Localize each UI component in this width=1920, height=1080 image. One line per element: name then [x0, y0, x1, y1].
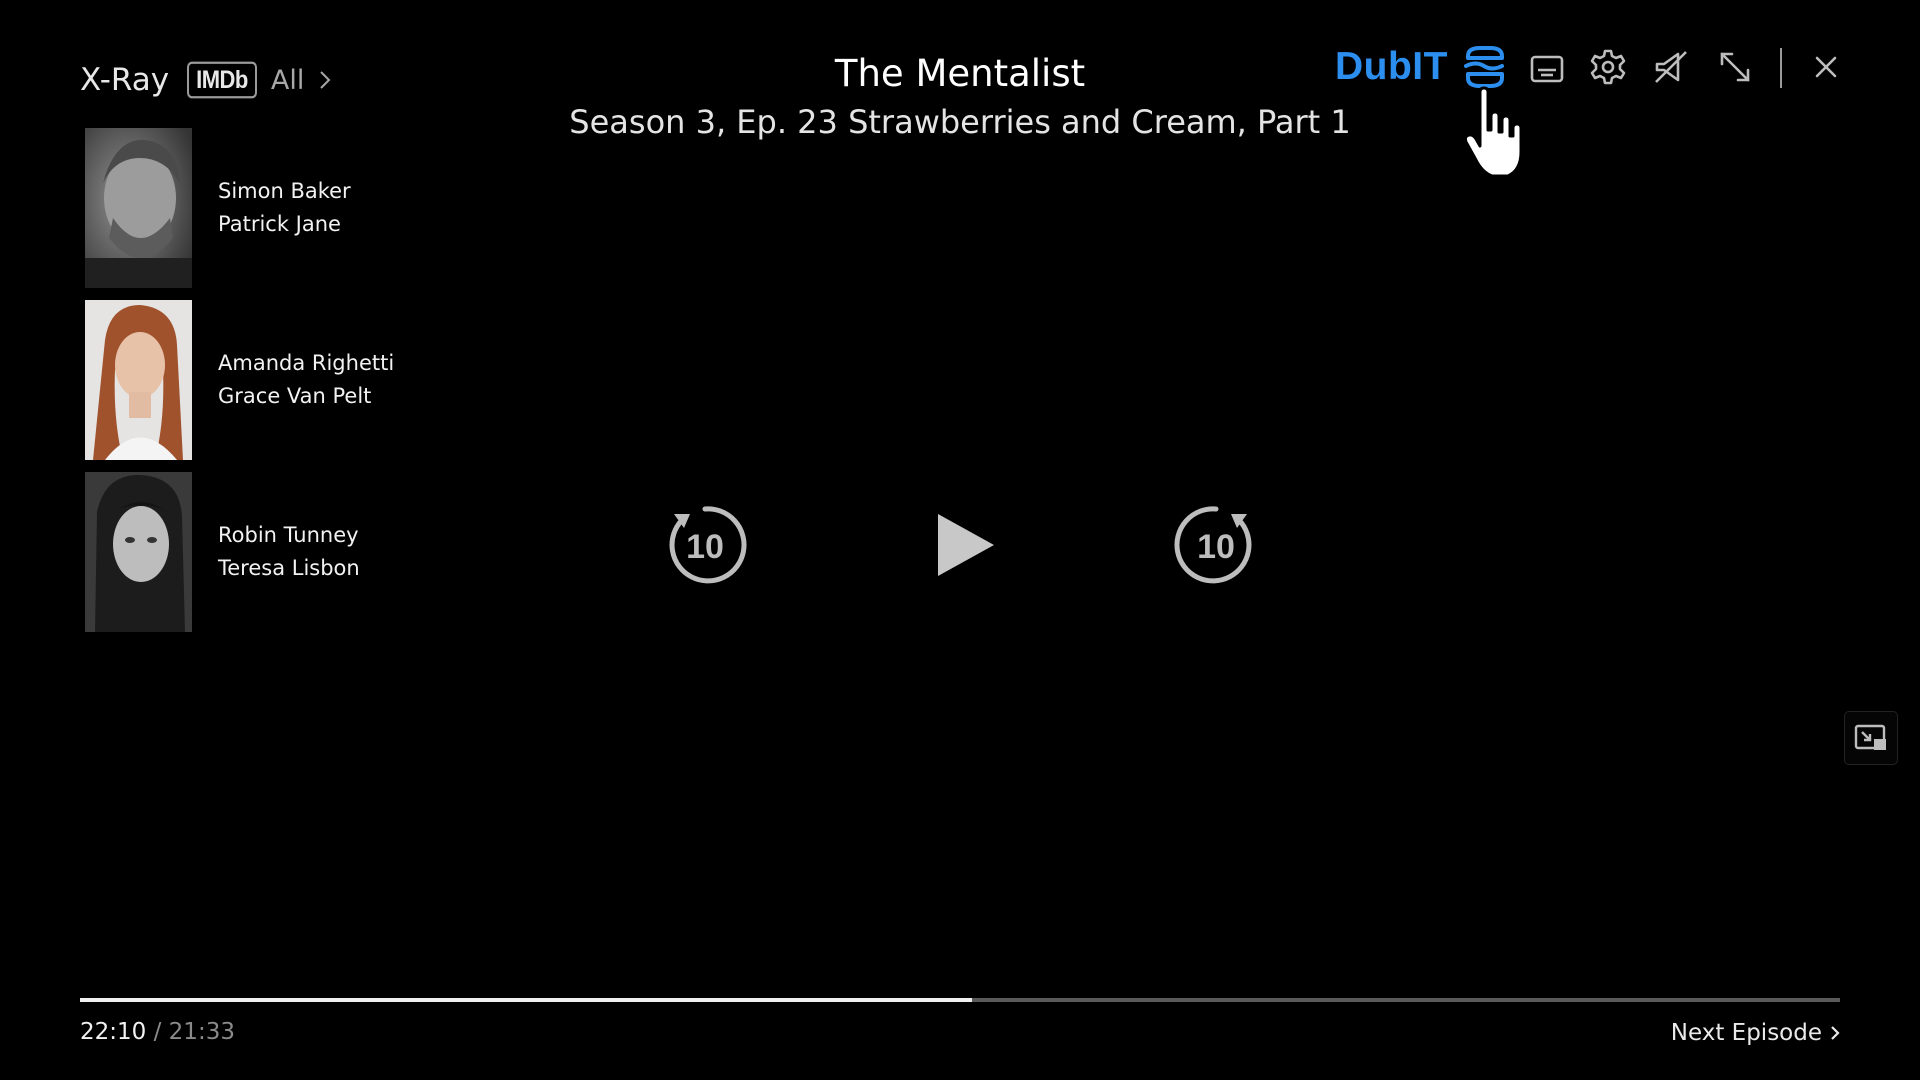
- duration: 21:33: [168, 1019, 235, 1045]
- rewind-label: 10: [686, 528, 724, 566]
- actor-name: Simon Baker: [218, 179, 351, 203]
- cast-item[interactable]: Amanda Righetti Grace Van Pelt: [85, 300, 394, 460]
- cast-off-icon[interactable]: [1652, 48, 1690, 86]
- rewind-10-button[interactable]: 10: [662, 502, 748, 588]
- rewind-icon: 10: [669, 506, 747, 584]
- chevron-right-icon: [1831, 1026, 1840, 1040]
- next-episode-label: Next Episode: [1670, 1020, 1822, 1046]
- time-separator: /: [146, 1019, 169, 1045]
- play-button[interactable]: [936, 512, 996, 578]
- next-episode-button[interactable]: Next Episode: [1671, 1020, 1840, 1046]
- character-name: Patrick Jane: [218, 212, 341, 236]
- dubit-button[interactable]: DubIT: [1335, 40, 1508, 94]
- current-time: 22:10: [80, 1019, 147, 1045]
- forward-label: 10: [1197, 528, 1235, 566]
- forward-10-button[interactable]: 10: [1173, 502, 1259, 588]
- imdb-badge: IMDb: [187, 61, 257, 99]
- progress-fill: [80, 998, 973, 1002]
- actor-name: Amanda Righetti: [218, 351, 395, 375]
- toolbar-divider: [1780, 48, 1782, 88]
- picture-in-picture-button[interactable]: [1844, 711, 1898, 765]
- character-name: Teresa Lisbon: [218, 556, 360, 580]
- forward-icon: 10: [1174, 506, 1252, 584]
- progress-bar[interactable]: [80, 998, 1840, 1002]
- dubit-logo-icon: [1463, 46, 1504, 88]
- hand-cursor-icon: [1463, 86, 1523, 178]
- xray-title: X-Ray: [80, 62, 170, 98]
- cast-item[interactable]: Simon Baker Patrick Jane: [85, 128, 394, 288]
- xray-all-label: All: [270, 64, 305, 96]
- character-name: Grace Van Pelt: [218, 384, 372, 408]
- cast-item[interactable]: Robin Tunney Teresa Lisbon: [85, 472, 394, 632]
- actor-name: Robin Tunney: [218, 523, 359, 547]
- actor-photo: [85, 472, 192, 632]
- collapse-icon[interactable]: [1716, 48, 1754, 86]
- time-display: 22:10 / 21:33: [80, 1019, 235, 1045]
- xray-header: X-Ray IMDb All: [80, 58, 334, 102]
- xray-all-link[interactable]: All: [271, 65, 334, 96]
- gear-icon[interactable]: [1589, 48, 1627, 86]
- actor-photo: [85, 300, 192, 460]
- xray-cast-list: Simon Baker Patrick Jane Amanda Righetti…: [85, 128, 394, 644]
- close-icon[interactable]: [1807, 48, 1845, 86]
- actor-photo: [85, 128, 192, 288]
- pip-icon: [1854, 724, 1886, 750]
- subtitles-icon[interactable]: [1528, 50, 1566, 88]
- play-icon: [938, 514, 994, 576]
- dubit-label: DubIT: [1335, 45, 1448, 88]
- chevron-right-icon: [320, 71, 331, 89]
